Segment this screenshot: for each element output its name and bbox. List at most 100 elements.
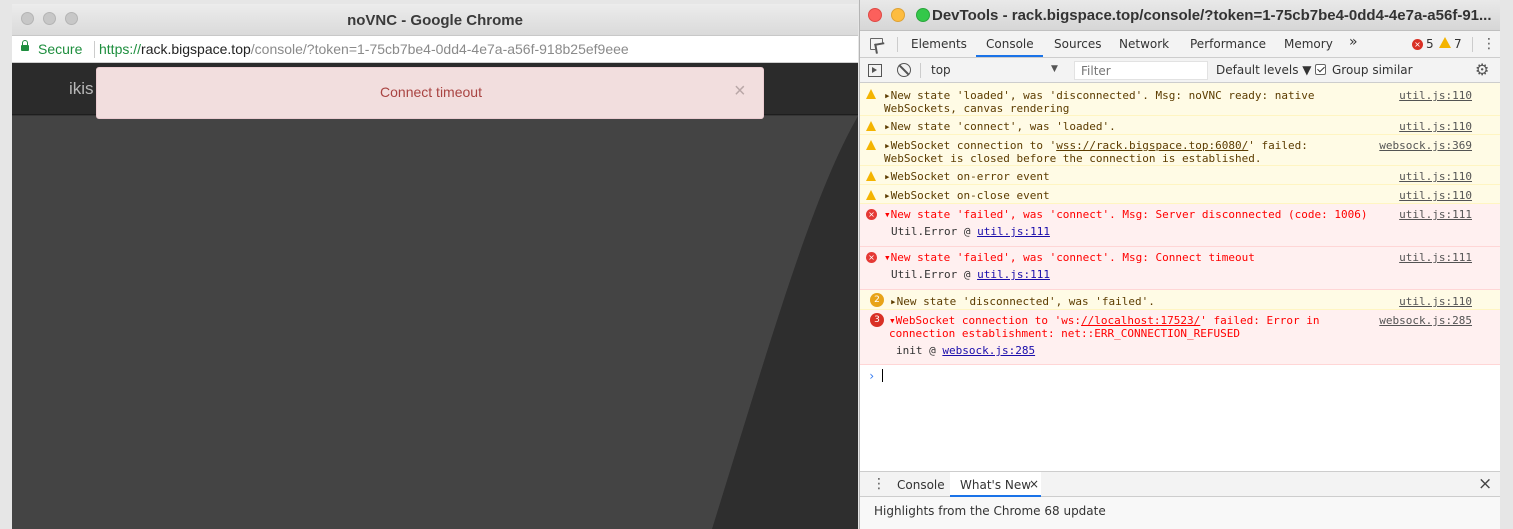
source-link[interactable]: util.js:110: [1399, 295, 1472, 308]
minimize-devtools-button[interactable]: [891, 8, 905, 22]
error-count-icon[interactable]: ×: [1412, 39, 1423, 50]
context-dropdown-icon: ▼: [1051, 64, 1058, 74]
message-text[interactable]: ▾WebSocket connection to 'ws://localhost…: [889, 314, 1320, 327]
message-text[interactable]: ▸WebSocket connection to 'wss://rack.big…: [884, 139, 1308, 152]
novnc-background: [12, 116, 858, 529]
secure-label[interactable]: Secure: [38, 41, 82, 57]
devtools-titlebar: DevTools - rack.bigspace.top/console/?to…: [860, 0, 1500, 31]
source-link[interactable]: util.js:111: [1399, 251, 1472, 264]
tab-network[interactable]: Network: [1119, 37, 1169, 51]
novnc-page: ikis Connect timeout ×: [12, 63, 858, 529]
url-text[interactable]: https://rack.bigspace.top/console/?token…: [99, 41, 629, 57]
error-count[interactable]: 5: [1426, 37, 1434, 51]
source-link[interactable]: websock.js:285: [1379, 314, 1472, 327]
source-link[interactable]: util.js:110: [1399, 170, 1472, 183]
source-link[interactable]: util.js:110: [1399, 189, 1472, 202]
message-text[interactable]: ▾New state 'failed', was 'connect'. Msg:…: [884, 208, 1367, 221]
console-message-warning[interactable]: ▸WebSocket on-close event util.js:110: [860, 185, 1500, 204]
console-toolbar: top ▼ Default levels ▼ Group similar ⚙: [860, 58, 1500, 83]
message-text[interactable]: ▸WebSocket on-close event: [884, 189, 1050, 202]
console-settings-gear-icon[interactable]: ⚙: [1475, 60, 1489, 79]
drawer-tab-whats-new[interactable]: What's New ×: [950, 472, 1041, 497]
drawer-tab-console[interactable]: Console: [897, 478, 945, 492]
close-devtools-button[interactable]: [868, 8, 882, 22]
close-tab-icon[interactable]: ×: [1029, 477, 1039, 491]
active-tab-indicator: [976, 55, 1043, 57]
source-link[interactable]: websock.js:369: [1379, 139, 1472, 152]
stack-trace-link[interactable]: websock.js:285: [942, 344, 1035, 357]
console-message-warning[interactable]: 2 ▸New state 'disconnected', was 'failed…: [860, 290, 1500, 310]
warning-count[interactable]: 7: [1454, 37, 1462, 51]
message-text[interactable]: ▾New state 'failed', was 'connect'. Msg:…: [884, 251, 1255, 264]
whats-new-panel: Highlights from the Chrome 68 update: [860, 497, 1500, 529]
stack-trace-link[interactable]: util.js:111: [977, 268, 1050, 281]
tabs-divider: [897, 37, 898, 52]
tab-memory[interactable]: Memory: [1284, 37, 1333, 51]
close-drawer-icon[interactable]: ×: [1478, 474, 1492, 494]
error-icon: ×: [866, 252, 877, 263]
context-select[interactable]: top ▼: [926, 61, 1066, 80]
drawer-tabs-bar: ⋮ Console What's New × ×: [860, 471, 1500, 497]
devtools-menu-icon[interactable]: ⋮: [1482, 36, 1496, 52]
console-message-warning[interactable]: ▸New state 'loaded', was 'disconnected'.…: [860, 83, 1500, 116]
console-input[interactable]: [882, 369, 883, 382]
connect-timeout-banner: Connect timeout ×: [96, 67, 764, 119]
drawer-tab-label: What's New: [960, 478, 1032, 492]
console-message-error[interactable]: × ▾New state 'failed', was 'connect'. Ms…: [860, 247, 1500, 290]
inspect-element-icon[interactable]: [870, 38, 883, 50]
console-message-warning[interactable]: ▸WebSocket on-error event util.js:110: [860, 166, 1500, 185]
tab-performance[interactable]: Performance: [1190, 37, 1266, 51]
maximize-devtools-button[interactable]: [916, 8, 930, 22]
message-text[interactable]: ▸New state 'disconnected', was 'failed'.: [890, 295, 1155, 308]
websocket-url-link[interactable]: //localhost:17523/: [1081, 314, 1200, 327]
novnc-header-text: ikis: [69, 79, 94, 98]
message-text-continued: connection establishment: net::ERR_CONNE…: [889, 327, 1240, 340]
toolbar-divider: [920, 63, 921, 78]
stack-trace-link[interactable]: util.js:111: [977, 225, 1050, 238]
address-bar[interactable]: Secure https://rack.bigspace.top/console…: [12, 36, 858, 63]
lock-icon[interactable]: [21, 40, 29, 51]
default-levels-dropdown[interactable]: Default levels ▼: [1216, 63, 1312, 77]
filter-input[interactable]: [1074, 61, 1208, 80]
message-text[interactable]: ▸New state 'connect', was 'loaded'.: [884, 120, 1116, 133]
banner-close-icon[interactable]: ×: [734, 80, 746, 103]
warning-icon: [866, 171, 876, 181]
console-message-error[interactable]: × ▾New state 'failed', was 'connect'. Ms…: [860, 204, 1500, 247]
stack-trace: Util.Error @ util.js:111: [891, 268, 1050, 281]
drawer-menu-icon[interactable]: ⋮: [872, 476, 886, 492]
whats-new-highlight: Highlights from the Chrome 68 update: [874, 504, 1106, 518]
console-message-error[interactable]: 3 ▾WebSocket connection to 'ws://localho…: [860, 310, 1500, 365]
stack-trace: init @ websock.js:285: [896, 344, 1036, 357]
url-scheme: https://: [99, 41, 142, 57]
websocket-url-link[interactable]: wss://rack.bigspace.top:6080/: [1056, 139, 1248, 152]
tabs-end-divider: [1472, 37, 1473, 52]
group-similar-label: Group similar: [1332, 63, 1413, 77]
devtools-title: DevTools - rack.bigspace.top/console/?to…: [932, 7, 1492, 24]
source-link[interactable]: util.js:110: [1399, 89, 1472, 102]
tab-elements[interactable]: Elements: [911, 37, 967, 51]
source-link[interactable]: util.js:111: [1399, 208, 1472, 221]
console-message-warning[interactable]: ▸WebSocket connection to 'wss://rack.big…: [860, 135, 1500, 166]
banner-message: Connect timeout: [380, 84, 482, 100]
error-icon: ×: [866, 209, 877, 220]
devtools-window: DevTools - rack.bigspace.top/console/?to…: [859, 0, 1500, 529]
more-tabs-icon[interactable]: »: [1349, 34, 1358, 50]
warning-icon: [866, 140, 876, 150]
source-link[interactable]: util.js:110: [1399, 120, 1472, 133]
clear-console-icon[interactable]: [897, 63, 911, 77]
tab-sources[interactable]: Sources: [1054, 37, 1101, 51]
group-similar-checkbox[interactable]: [1315, 64, 1326, 75]
show-sidebar-icon[interactable]: [868, 64, 882, 77]
warning-count-icon[interactable]: [1439, 37, 1451, 48]
stack-trace: Util.Error @ util.js:111: [891, 225, 1050, 238]
message-text[interactable]: ▸WebSocket on-error event: [884, 170, 1050, 183]
chrome-window: noVNC - Google Chrome Secure https://rac…: [12, 4, 858, 529]
address-divider: [94, 41, 95, 58]
message-text[interactable]: ▸New state 'loaded', was 'disconnected'.…: [884, 89, 1314, 102]
url-host: rack.bigspace.top: [141, 41, 251, 57]
console-message-warning[interactable]: ▸New state 'connect', was 'loaded'. util…: [860, 116, 1500, 135]
warning-icon: [866, 89, 876, 99]
tab-console[interactable]: Console: [986, 37, 1034, 51]
repeat-count-badge: 2: [870, 293, 884, 307]
message-text-continued: WebSocket is closed before the connectio…: [884, 152, 1262, 165]
